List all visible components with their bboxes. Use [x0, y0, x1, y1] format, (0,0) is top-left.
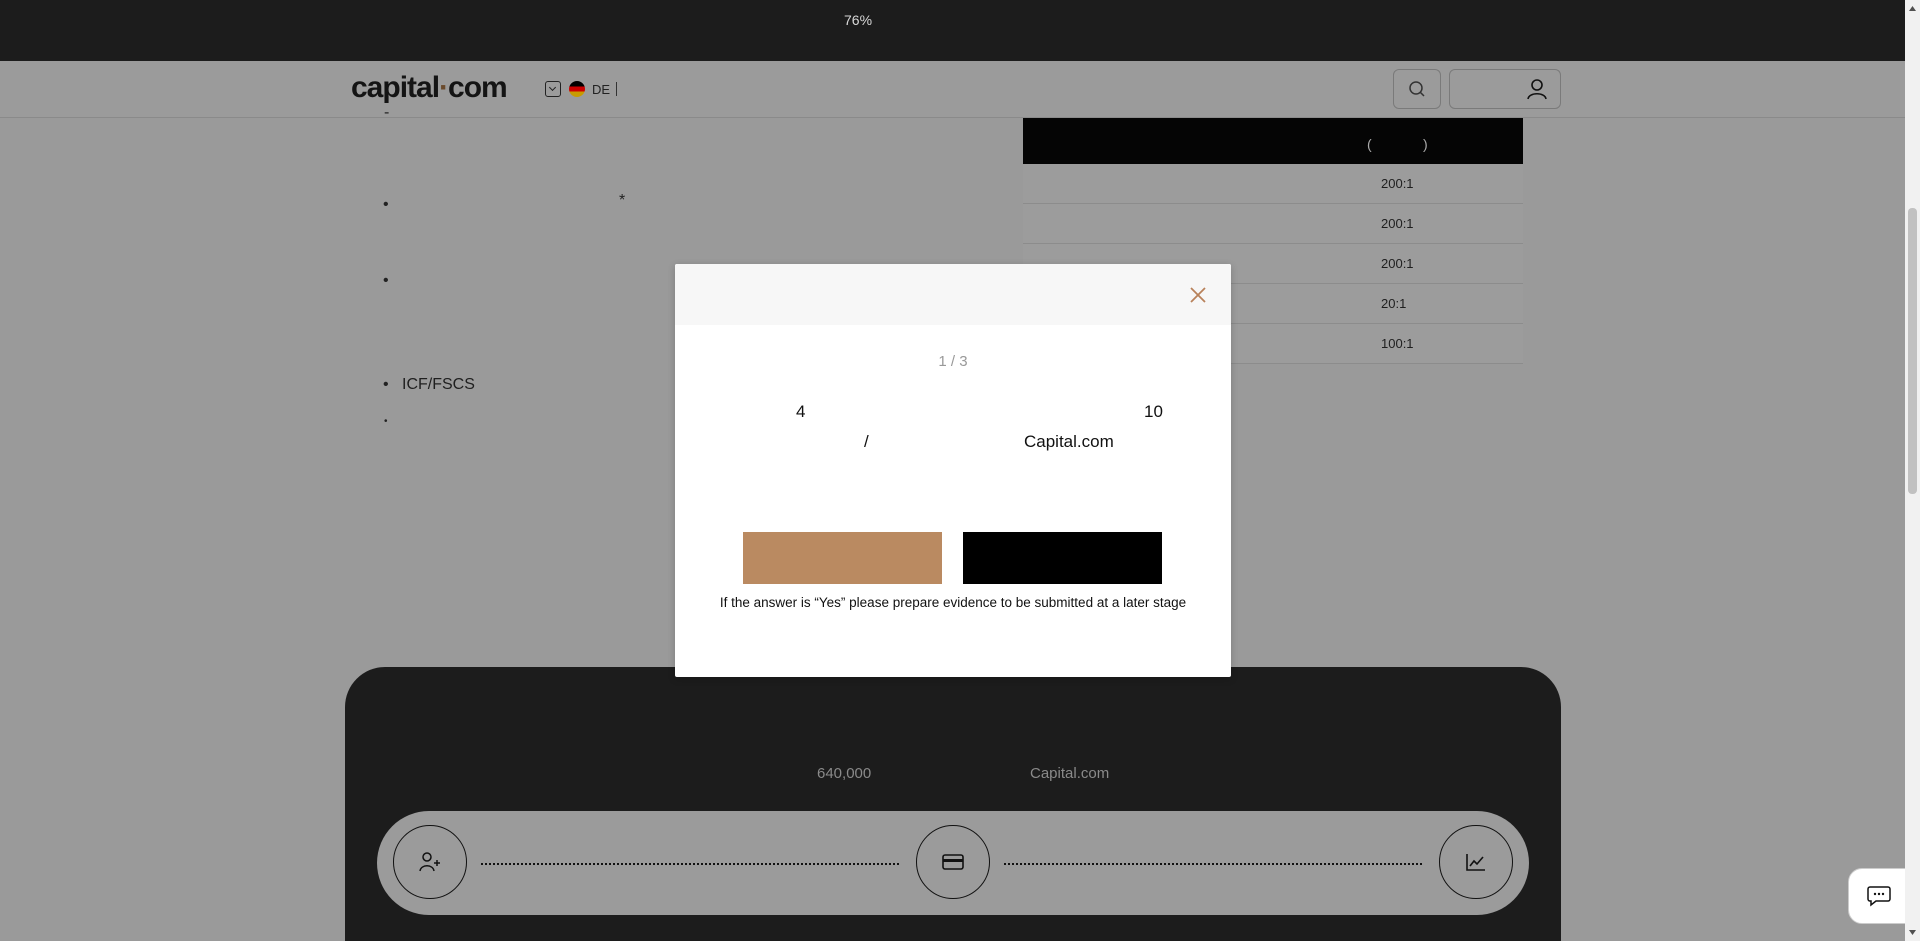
question-brand: Capital.com [1024, 432, 1114, 451]
clients-count: 640,000 [817, 765, 872, 782]
question-number-4: 4 [796, 402, 806, 421]
step-register [393, 825, 467, 899]
onboarding-steps [377, 811, 1529, 915]
table-header: ( ) [1023, 118, 1523, 164]
scroll-up-icon[interactable] [1908, 4, 1917, 13]
zoom-bar: 76% [0, 0, 1905, 61]
logo-dot: · [439, 71, 449, 104]
questionnaire-modal: 1 / 3 4 10 / Capital.com If the answer i… [675, 264, 1231, 677]
list-asterisk: * [619, 192, 626, 209]
list-dash: - [384, 104, 390, 121]
table-row: 200:1 [1023, 204, 1523, 244]
list-bullet: • [383, 272, 389, 289]
search-button[interactable] [1393, 69, 1441, 109]
user-icon [1527, 79, 1547, 100]
chart-icon [1466, 854, 1485, 871]
leverage-value: 200:1 [1381, 176, 1414, 191]
logo-text: capital [351, 71, 440, 104]
site-header: capital·com DE [0, 61, 1905, 118]
list-bullet: • [383, 376, 389, 393]
step-trade [1439, 825, 1513, 899]
question-number-10: 10 [1144, 402, 1163, 421]
step-connector [1004, 863, 1422, 865]
step-counter: 1 / 3 [938, 353, 968, 370]
scroll-down-icon[interactable] [1908, 928, 1917, 937]
no-button[interactable] [963, 532, 1162, 584]
logo-suffix: com [448, 71, 508, 104]
account-button[interactable] [1449, 69, 1561, 109]
promo-section: 640,000 Capital.com [345, 667, 1561, 941]
close-icon[interactable] [1189, 286, 1207, 304]
header-paren-close: ) [1423, 136, 1428, 152]
leverage-value: 200:1 [1381, 216, 1414, 231]
capital-logo[interactable]: capital·com [351, 71, 508, 105]
evidence-hint: If the answer is “Yes” please prepare ev… [719, 595, 1187, 610]
yes-button[interactable] [743, 532, 942, 584]
modal-header [675, 264, 1231, 325]
language-code[interactable]: DE [592, 82, 610, 97]
table-row: 200:1 [1023, 164, 1523, 204]
icf-fscs-label: ICF/FSCS [402, 376, 475, 393]
question-slash: / [864, 432, 869, 451]
add-user-icon [419, 852, 440, 872]
chat-icon [1867, 886, 1891, 907]
step-connector [481, 863, 899, 865]
page-scrollbar[interactable] [1905, 0, 1920, 941]
scrollbar-thumb[interactable] [1908, 208, 1917, 494]
language-divider [616, 82, 617, 96]
promo-brand: Capital.com [1030, 765, 1110, 782]
card-icon [942, 854, 964, 870]
leverage-value: 200:1 [1381, 256, 1414, 271]
search-icon [1409, 81, 1425, 97]
list-bullet-small: • [384, 416, 388, 427]
leverage-value: 20:1 [1381, 296, 1407, 311]
list-bullet: • [383, 196, 389, 213]
zoom-level: 76% [844, 12, 873, 28]
chat-button[interactable] [1848, 868, 1908, 924]
header-paren-open: ( [1367, 136, 1372, 152]
chevron-down-icon[interactable] [545, 81, 561, 97]
german-flag-icon[interactable] [569, 81, 585, 97]
step-fund [916, 825, 990, 899]
leverage-value: 100:1 [1381, 336, 1414, 351]
